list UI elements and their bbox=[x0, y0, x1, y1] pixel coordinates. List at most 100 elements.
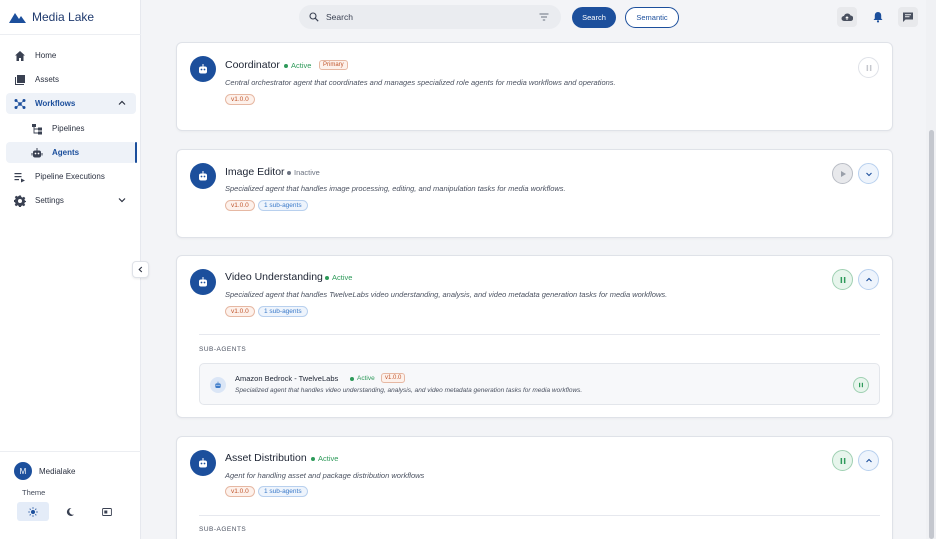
user-name: Medialake bbox=[39, 467, 76, 476]
pause-icon bbox=[840, 457, 845, 464]
pause-button[interactable] bbox=[832, 269, 853, 290]
play-button[interactable] bbox=[832, 163, 853, 184]
agent-card-image-editor: Image Editor Inactive Specialized agent … bbox=[176, 149, 893, 238]
status-badge: Inactive bbox=[287, 168, 320, 177]
moon-icon bbox=[66, 507, 74, 516]
theme-label: Theme bbox=[22, 488, 46, 497]
sub-agents-chip: 1 sub-agents bbox=[258, 306, 308, 317]
top-bar: Search Semantic bbox=[141, 0, 936, 36]
version-chip: v1.0.0 bbox=[381, 373, 406, 383]
pause-button[interactable] bbox=[858, 57, 879, 78]
sidebar-item-pipelines[interactable]: Pipelines bbox=[6, 118, 136, 139]
play-icon bbox=[840, 170, 846, 177]
robot-icon bbox=[190, 450, 216, 476]
chat-button[interactable] bbox=[898, 7, 918, 27]
chevron-up-icon bbox=[865, 458, 872, 462]
status-dot-icon bbox=[325, 275, 329, 280]
expand-button[interactable] bbox=[858, 163, 879, 184]
agent-description: Agent for handling asset and package dis… bbox=[225, 471, 425, 480]
sidebar-item-agents[interactable]: Agents bbox=[6, 142, 137, 163]
semantic-toggle-button[interactable]: Semantic bbox=[625, 7, 679, 28]
notifications-button[interactable] bbox=[868, 7, 888, 27]
status-dot-icon bbox=[350, 376, 354, 381]
agent-name: Image Editor bbox=[225, 166, 285, 178]
agent-description: Specialized agent that handles TwelveLab… bbox=[225, 290, 668, 299]
sidebar-item-home[interactable]: Home bbox=[6, 45, 136, 66]
sidebar-item-workflows[interactable]: Workflows bbox=[6, 93, 136, 114]
search-bar[interactable] bbox=[299, 5, 561, 29]
collapse-sidebar-button[interactable] bbox=[132, 261, 149, 278]
collapse-button[interactable] bbox=[858, 269, 879, 290]
agent-description: Specialized agent that handles image pro… bbox=[225, 184, 566, 193]
mountain-logo-icon bbox=[9, 13, 26, 23]
status-badge: Active bbox=[311, 454, 338, 463]
chevron-down-icon bbox=[118, 198, 126, 203]
sidebar-item-label: Agents bbox=[52, 148, 80, 157]
app-title: Media Lake bbox=[32, 10, 95, 24]
bell-icon bbox=[873, 11, 883, 23]
sidebar-item-label: Home bbox=[35, 51, 57, 60]
robot-icon bbox=[30, 146, 44, 160]
sub-agents-chip: 1 sub-agents bbox=[258, 200, 308, 211]
sidebar-item-label: Pipeline Executions bbox=[35, 172, 105, 181]
pause-icon bbox=[859, 382, 863, 388]
agent-card-asset-distribution: Asset Distribution Active Agent for hand… bbox=[176, 436, 893, 539]
home-icon bbox=[13, 49, 27, 63]
scrollbar-thumb[interactable] bbox=[929, 130, 934, 539]
assets-icon bbox=[13, 73, 27, 87]
sidebar: Media Lake Home Assets Workflows Pipelin… bbox=[0, 0, 141, 539]
sub-agent-description: Specialized agent that handles video und… bbox=[235, 387, 583, 394]
search-input[interactable] bbox=[326, 12, 526, 22]
status-badge: Active bbox=[284, 61, 311, 70]
filter-icon[interactable] bbox=[539, 12, 549, 22]
sidebar-item-assets[interactable]: Assets bbox=[6, 69, 136, 90]
avatar[interactable]: M bbox=[14, 462, 32, 480]
sidebar-divider bbox=[0, 451, 141, 452]
collapse-button[interactable] bbox=[858, 450, 879, 471]
sidebar-item-pipeline-executions[interactable]: Pipeline Executions bbox=[6, 166, 136, 187]
status-dot-icon bbox=[311, 456, 315, 461]
agent-name: Video Understanding bbox=[225, 271, 323, 283]
sub-agents-heading: SUB-AGENTS bbox=[199, 346, 247, 353]
search-icon bbox=[309, 12, 319, 22]
agent-card-coordinator: Coordinator Active Primary Central orche… bbox=[176, 42, 893, 131]
sub-agent-name: Amazon Bedrock - TwelveLabs bbox=[235, 374, 339, 383]
agent-description: Central orchestrator agent that coordina… bbox=[225, 78, 616, 87]
sub-agents-heading: SUB-AGENTS bbox=[199, 526, 247, 533]
pause-button[interactable] bbox=[832, 450, 853, 471]
sidebar-divider bbox=[0, 34, 141, 35]
cloud-upload-icon bbox=[841, 13, 853, 21]
chevron-down-icon bbox=[865, 172, 872, 176]
status-badge: Active bbox=[325, 273, 352, 282]
agent-name: Asset Distribution bbox=[225, 452, 307, 464]
version-chip: v1.0.0 bbox=[225, 200, 255, 211]
sidebar-item-settings[interactable]: Settings bbox=[6, 190, 136, 211]
version-chip: v1.0.0 bbox=[225, 486, 255, 497]
chevron-left-icon bbox=[138, 266, 143, 273]
app-logo[interactable]: Media Lake bbox=[9, 10, 94, 24]
sun-icon bbox=[28, 506, 38, 517]
upload-button[interactable] bbox=[837, 7, 857, 27]
status-dot-icon bbox=[287, 170, 291, 175]
robot-icon bbox=[190, 163, 216, 189]
theme-dark-button[interactable] bbox=[54, 502, 86, 521]
sidebar-item-label: Workflows bbox=[35, 99, 76, 108]
chevron-up-icon bbox=[118, 100, 126, 105]
agent-card-video-understanding: Video Understanding Active Specialized a… bbox=[176, 255, 893, 418]
sub-agent-card: Amazon Bedrock - TwelveLabs Active v1.0.… bbox=[199, 363, 880, 405]
gear-icon bbox=[13, 194, 27, 208]
chevron-up-icon bbox=[865, 277, 872, 281]
sub-agent-pause-button[interactable] bbox=[853, 377, 869, 393]
status-badge: Active bbox=[350, 375, 375, 382]
theme-light-button[interactable] bbox=[17, 502, 49, 521]
section-divider bbox=[199, 334, 880, 335]
system-theme-icon bbox=[102, 507, 112, 516]
search-button[interactable]: Search bbox=[572, 7, 616, 28]
theme-system-button[interactable] bbox=[91, 502, 123, 521]
pause-icon bbox=[866, 64, 871, 71]
sidebar-item-label: Pipelines bbox=[52, 124, 85, 133]
section-divider bbox=[199, 515, 880, 516]
sidebar-item-label: Settings bbox=[35, 196, 64, 205]
sub-agents-chip: 1 sub-agents bbox=[258, 486, 308, 497]
primary-badge: Primary bbox=[319, 60, 348, 70]
